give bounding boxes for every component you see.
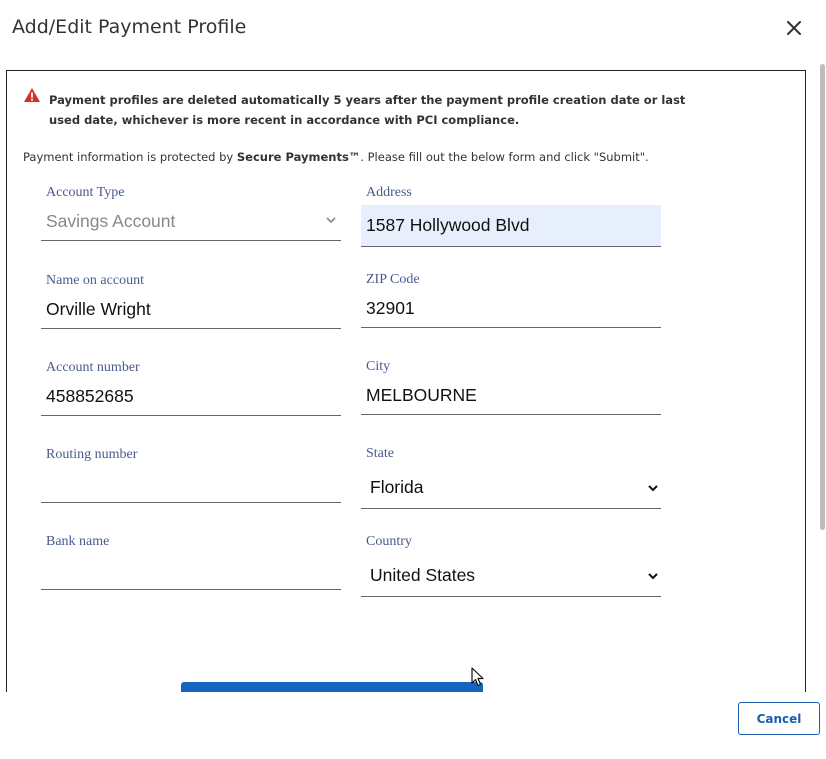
chevron-down-icon — [648, 573, 658, 580]
mouse-cursor-icon — [471, 667, 484, 687]
city-value: MELBOURNE — [366, 385, 477, 405]
warning-triangle-icon — [24, 88, 40, 102]
zip-code-value: 32901 — [366, 298, 415, 318]
info-prefix: Payment information is protected by — [23, 150, 237, 164]
bank-name-input[interactable] — [41, 548, 341, 590]
chevron-down-icon — [648, 485, 658, 492]
chevron-down-icon — [326, 217, 336, 224]
cancel-button[interactable]: Cancel — [738, 702, 820, 735]
account-number-input[interactable]: 458852685 — [41, 374, 341, 416]
info-brand: Secure Payments™ — [236, 150, 361, 164]
scrollbar-thumb[interactable] — [820, 64, 825, 530]
state-value: Florida — [370, 477, 424, 497]
account-type-value: Savings Account — [46, 211, 176, 231]
close-button[interactable] — [782, 16, 806, 40]
country-select[interactable]: United States — [361, 554, 661, 597]
warning-text: Payment profiles are deleted automatical… — [49, 93, 686, 127]
name-on-account-input[interactable]: Orville Wright — [41, 287, 341, 329]
secure-payments-info: Payment information is protected by Secu… — [23, 150, 783, 164]
close-icon — [787, 21, 801, 35]
zip-code-input[interactable]: 32901 — [361, 286, 661, 328]
dialog-title: Add/Edit Payment Profile — [12, 16, 247, 38]
address-value: 1587 Hollywood Blvd — [366, 215, 530, 235]
city-input[interactable]: MELBOURNE — [361, 373, 661, 415]
info-suffix: . Please fill out the below form and cli… — [360, 150, 649, 164]
submit-button[interactable] — [181, 682, 483, 692]
routing-number-input[interactable] — [41, 461, 341, 503]
state-select[interactable]: Florida — [361, 466, 661, 509]
account-number-value: 458852685 — [46, 386, 134, 406]
state-label: State — [366, 446, 394, 461]
payment-form-frame: Payment profiles are deleted automatical… — [6, 70, 806, 692]
country-value: United States — [370, 565, 476, 585]
name-on-account-value: Orville Wright — [46, 299, 151, 319]
account-type-select[interactable]: Savings Account — [41, 199, 341, 241]
address-input[interactable]: 1587 Hollywood Blvd — [361, 205, 661, 247]
address-label: Address — [366, 185, 412, 200]
country-label: Country — [366, 534, 412, 549]
